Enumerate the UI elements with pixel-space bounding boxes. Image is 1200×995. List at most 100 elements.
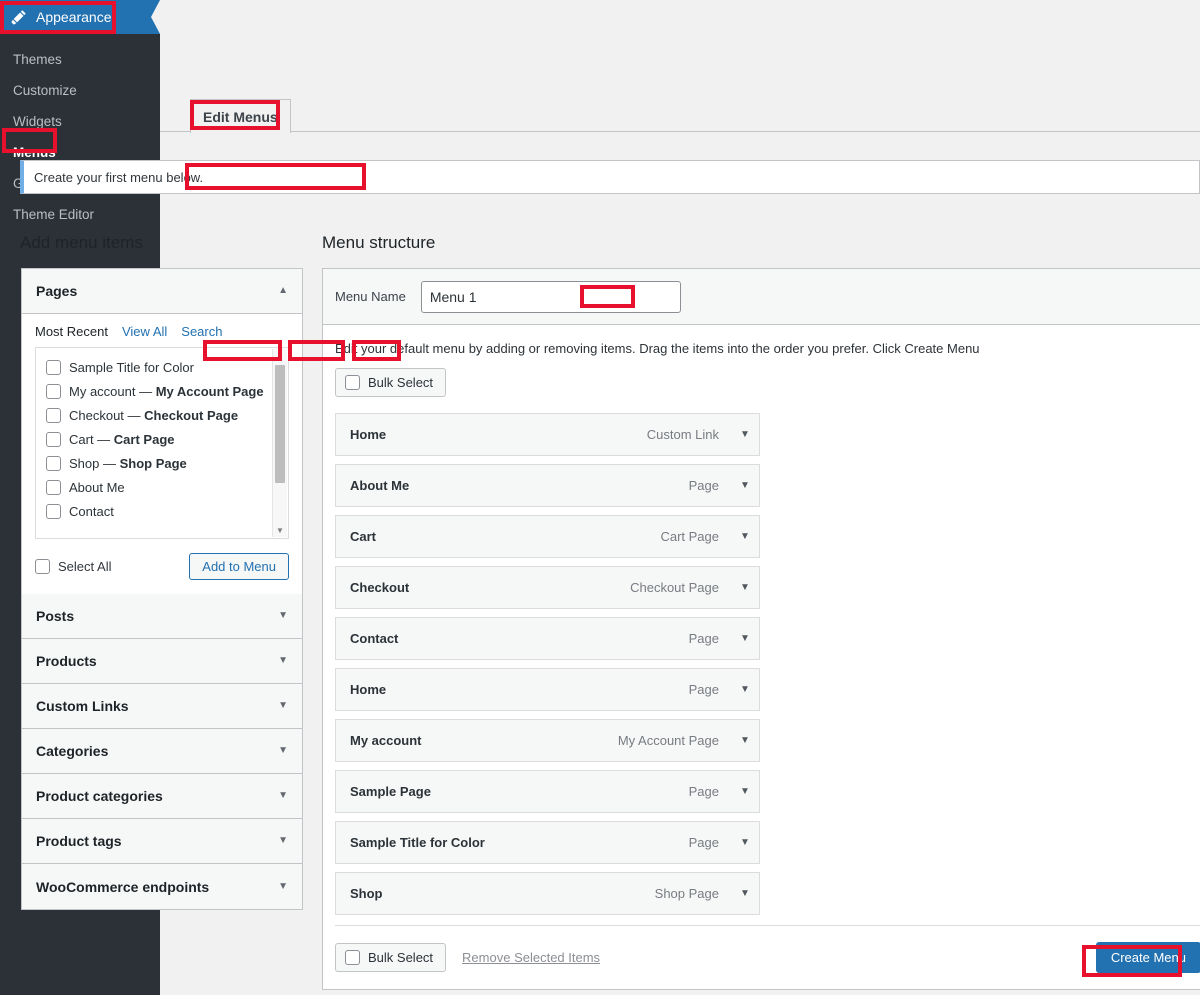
list-item[interactable]: Sample Title for Color xyxy=(46,356,266,380)
scroll-down-icon[interactable]: ▼ xyxy=(273,523,287,537)
menu-structure-body: Edit your default menu by adding or remo… xyxy=(323,325,1200,989)
notice-text: Create your first menu below. xyxy=(34,169,204,185)
add-to-menu-button[interactable]: Add to Menu xyxy=(189,553,289,580)
sidebar-item-widgets[interactable]: Widgets xyxy=(0,106,160,137)
list-item[interactable]: My account — My Account Page xyxy=(46,380,266,404)
list-item-label: Checkout — Checkout Page xyxy=(69,404,266,428)
accordion-woocommerce-endpoints[interactable]: WooCommerce endpoints ▼ xyxy=(22,864,302,909)
chevron-down-icon[interactable]: ▼ xyxy=(731,822,759,863)
chevron-down-icon[interactable]: ▼ xyxy=(731,771,759,812)
chevron-down-icon[interactable]: ▼ xyxy=(731,567,759,608)
menu-item-title: Shop xyxy=(350,886,383,901)
menu-item-row[interactable]: Home Page ▼ xyxy=(335,668,760,711)
tab-view-all[interactable]: View All xyxy=(122,324,167,339)
scrollbar-thumb[interactable] xyxy=(275,365,285,483)
menu-item-title: Home xyxy=(350,427,387,442)
pages-list-scrollbar[interactable]: ▲ ▼ xyxy=(272,349,287,537)
tab-search[interactable]: Search xyxy=(181,324,222,339)
select-all-checkbox[interactable] xyxy=(35,559,50,574)
chevron-down-icon[interactable]: ▼ xyxy=(731,414,759,455)
page-checkbox[interactable] xyxy=(46,432,61,447)
caret-down-icon[interactable]: ▼ xyxy=(278,746,288,756)
sidebar-item-theme-editor[interactable]: Theme Editor xyxy=(0,199,160,230)
menu-item-row[interactable]: Home Custom Link ▼ xyxy=(335,413,760,456)
list-item-label: Cart — Cart Page xyxy=(69,428,266,452)
list-item[interactable]: Checkout — Checkout Page xyxy=(46,404,266,428)
list-item[interactable]: About Me xyxy=(46,476,266,500)
menu-items-list: Home Custom Link ▼ About Me Page ▼ Cart … xyxy=(335,413,1188,915)
menu-item-title: Sample Title for Color xyxy=(350,835,485,850)
menu-item-row[interactable]: Shop Shop Page ▼ xyxy=(335,872,760,915)
pages-list-box: Sample Title for Color My account — My A… xyxy=(35,347,289,539)
list-item[interactable]: Shop — Shop Page xyxy=(46,452,266,476)
page-checkbox[interactable] xyxy=(46,504,61,519)
menu-item-title: My account xyxy=(350,733,422,748)
chevron-down-icon[interactable]: ▼ xyxy=(731,669,759,710)
bulk-select-bottom-checkbox[interactable] xyxy=(345,950,360,965)
bulk-select-top-button[interactable]: Bulk Select xyxy=(335,368,447,397)
accordion-categories[interactable]: Categories ▼ xyxy=(22,729,302,774)
menu-item-type: Page xyxy=(688,784,719,799)
pages-tabnav: Most Recent View All Search xyxy=(35,324,289,339)
list-item-title: Shop — xyxy=(69,456,120,471)
page-checkbox[interactable] xyxy=(46,360,61,375)
menu-name-label: Menu Name xyxy=(335,289,406,304)
select-all-control[interactable]: Select All xyxy=(35,559,111,574)
menu-item-title: Contact xyxy=(350,631,399,646)
tab-most-recent[interactable]: Most Recent xyxy=(35,324,108,339)
caret-down-icon[interactable]: ▼ xyxy=(278,656,288,666)
tab-bar: Edit Menus xyxy=(160,97,1200,133)
chevron-down-icon[interactable]: ▼ xyxy=(731,873,759,914)
sidebar-header-appearance[interactable]: Appearance xyxy=(0,0,160,34)
page-checkbox[interactable] xyxy=(46,384,61,399)
caret-up-icon[interactable]: ▲ xyxy=(278,286,288,296)
accordion-posts[interactable]: Posts ▼ xyxy=(22,594,302,639)
bulk-select-bottom-label: Bulk Select xyxy=(368,950,434,965)
page-checkbox[interactable] xyxy=(46,408,61,423)
menu-item-type: Page xyxy=(688,682,719,697)
admin-screen: Appearance Themes Customize Widgets Menu… xyxy=(0,0,1200,995)
chevron-down-icon[interactable]: ▼ xyxy=(731,618,759,659)
accordion-products[interactable]: Products ▼ xyxy=(22,639,302,684)
bulk-select-bottom-button[interactable]: Bulk Select xyxy=(335,943,447,972)
list-item-label: Contact xyxy=(69,500,266,524)
caret-down-icon[interactable]: ▼ xyxy=(278,611,288,621)
menu-item-row[interactable]: Contact Page ▼ xyxy=(335,617,760,660)
accordion-product-tags[interactable]: Product tags ▼ xyxy=(22,819,302,864)
caret-down-icon[interactable]: ▼ xyxy=(278,881,288,892)
list-item-label: About Me xyxy=(69,476,266,500)
caret-down-icon[interactable]: ▼ xyxy=(278,701,288,711)
menu-item-row[interactable]: Checkout Checkout Page ▼ xyxy=(335,566,760,609)
chevron-down-icon[interactable]: ▼ xyxy=(731,516,759,557)
list-item[interactable]: Cart — Cart Page xyxy=(46,428,266,452)
page-checkbox[interactable] xyxy=(46,480,61,495)
menu-item-row[interactable]: Sample Page Page ▼ xyxy=(335,770,760,813)
create-menu-button[interactable]: Create Menu xyxy=(1095,942,1200,973)
list-item[interactable]: Contact xyxy=(46,500,266,524)
menu-item-type: Cart Page xyxy=(660,529,719,544)
menu-item-row[interactable]: My account My Account Page ▼ xyxy=(335,719,760,762)
menu-structure-footer: Bulk Select Remove Selected Items Create… xyxy=(335,925,1200,989)
chevron-down-icon[interactable]: ▼ xyxy=(731,465,759,506)
tab-edit-menus[interactable]: Edit Menus xyxy=(190,99,291,133)
sidebar-item-label: Widgets xyxy=(13,114,62,129)
caret-down-icon[interactable]: ▼ xyxy=(278,836,288,846)
menu-item-row[interactable]: Cart Cart Page ▼ xyxy=(335,515,760,558)
menu-item-row[interactable]: Sample Title for Color Page ▼ xyxy=(335,821,760,864)
caret-down-icon[interactable]: ▼ xyxy=(278,791,288,801)
accordion-pages[interactable]: Pages ▲ xyxy=(22,269,302,314)
menu-item-type: Page xyxy=(688,478,719,493)
accordion-product-categories[interactable]: Product categories ▼ xyxy=(22,774,302,819)
menu-name-input[interactable] xyxy=(420,280,681,313)
notice-banner: Create your first menu below. xyxy=(20,160,1200,194)
sidebar-item-customize[interactable]: Customize xyxy=(0,75,160,106)
menu-item-row[interactable]: About Me Page ▼ xyxy=(335,464,760,507)
scroll-up-icon[interactable]: ▲ xyxy=(273,349,287,363)
bulk-select-top-checkbox[interactable] xyxy=(345,375,360,390)
chevron-down-icon[interactable]: ▼ xyxy=(731,720,759,761)
remove-selected-items-link[interactable]: Remove Selected Items xyxy=(462,950,600,965)
page-checkbox[interactable] xyxy=(46,456,61,471)
sidebar-item-themes[interactable]: Themes xyxy=(0,44,160,75)
accordion-custom-links[interactable]: Custom Links ▼ xyxy=(22,684,302,729)
heading-add-menu-items: Add menu items xyxy=(20,233,143,252)
